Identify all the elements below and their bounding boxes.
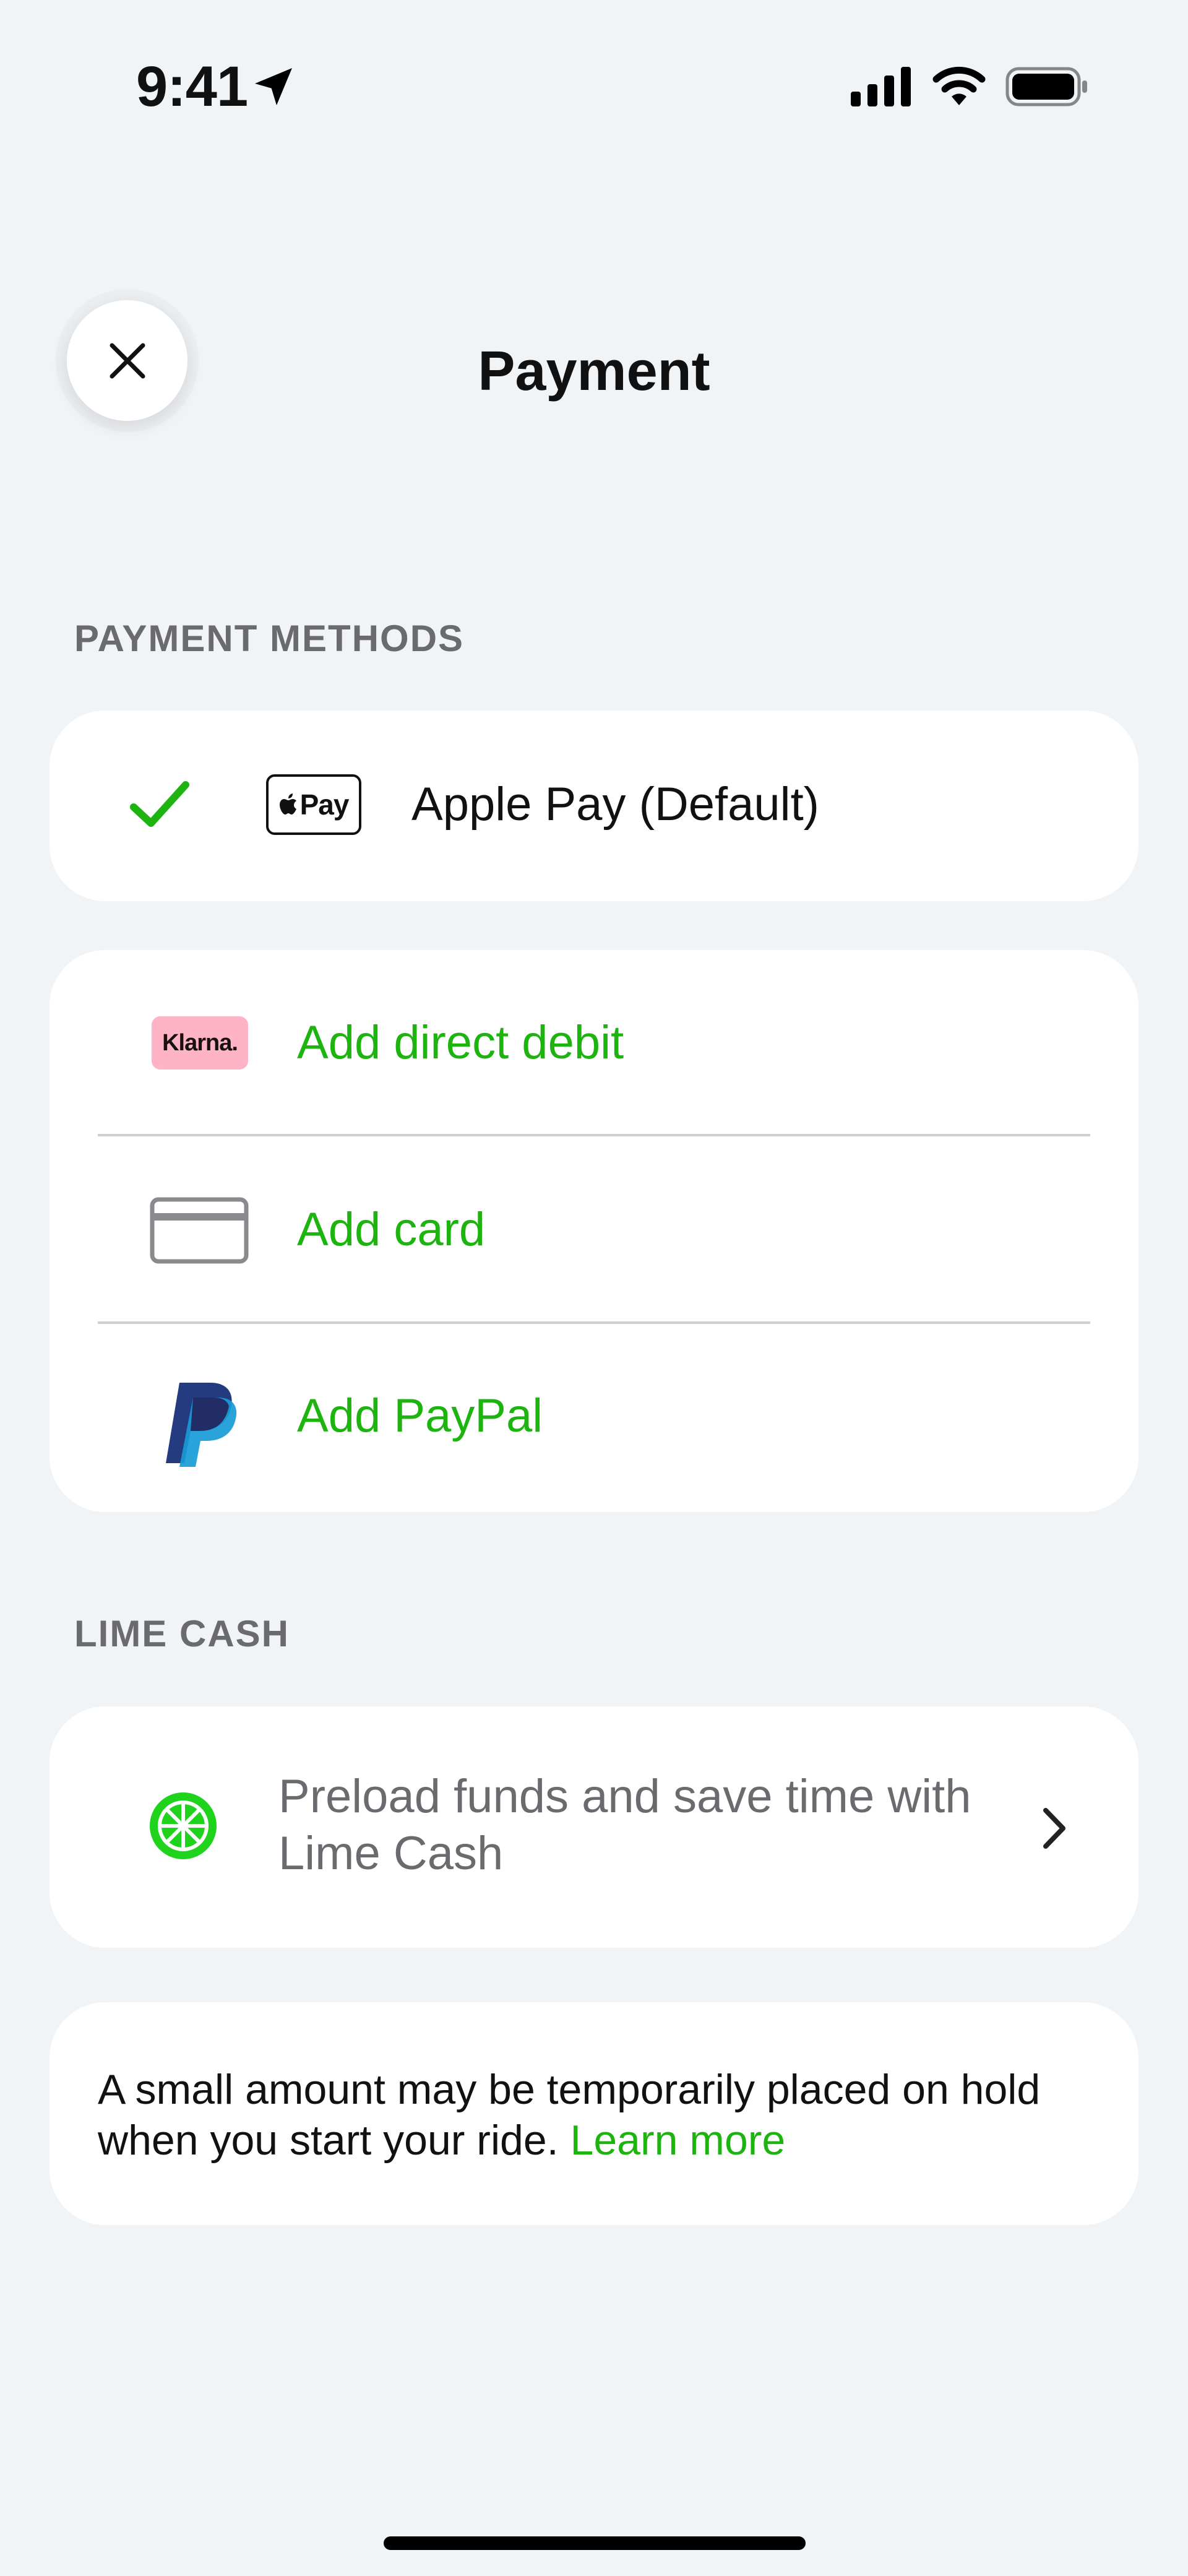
default-payment-card[interactable]: Pay Apple Pay (Default) [50,711,1138,901]
lime-cash-promo-line1: Preload funds and save time with [278,1770,971,1823]
cellular-signal-icon [851,67,911,106]
wifi-icon [932,66,986,105]
checkmark-icon [130,781,189,827]
battery-icon [1005,67,1087,106]
apple-pay-badge-text: Pay [299,789,350,821]
section-label-lime-cash: LIME CASH [74,1613,290,1654]
section-label-payment-methods: PAYMENT METHODS [74,618,465,659]
credit-card-icon [150,1197,249,1264]
add-card-row[interactable]: Add card [50,1136,1138,1322]
klarna-icon: Klarna. [152,1016,248,1070]
add-payment-options-card: Klarna. Add direct debit Add card Add Pa… [50,950,1138,1512]
chevron-right-icon [1043,1808,1065,1849]
paypal-icon [166,1383,237,1467]
add-card-label: Add card [297,1203,486,1256]
hold-notice-line2: when you start your ride. [98,2117,559,2164]
hold-notice-line2-wrap: when you start your ride. Learn more [98,2115,1040,2166]
klarna-icon-text: Klarna. [162,1029,238,1056]
add-direct-debit-label: Add direct debit [297,1016,624,1069]
add-direct-debit-row[interactable]: Klarna. Add direct debit [50,950,1138,1136]
default-method-label: Apple Pay (Default) [411,778,819,831]
learn-more-link[interactable]: Learn more [570,2117,786,2164]
lime-cash-card[interactable]: Preload funds and save time with Lime Ca… [50,1706,1138,1948]
hold-notice-line1: A small amount may be temporarily placed… [98,2066,1041,2113]
home-indicator[interactable] [384,2536,806,2550]
apple-logo-icon [279,793,296,815]
add-paypal-row[interactable]: Add PayPal [50,1324,1138,1510]
hold-notice-text: A small amount may be temporarily placed… [98,2064,1040,2166]
location-arrow-icon [255,68,292,105]
lime-cash-promo-text: Preload funds and save time with Lime Ca… [278,1768,971,1882]
lime-cash-promo-line2: Lime Cash [278,1827,504,1880]
page-title: Payment [478,340,710,402]
hold-notice-card: A small amount may be temporarily placed… [50,2002,1138,2225]
add-paypal-label: Add PayPal [297,1390,543,1442]
lime-logo-icon [150,1792,217,1859]
status-time: 9:41 [136,55,248,118]
apple-pay-badge: Pay [266,774,361,835]
